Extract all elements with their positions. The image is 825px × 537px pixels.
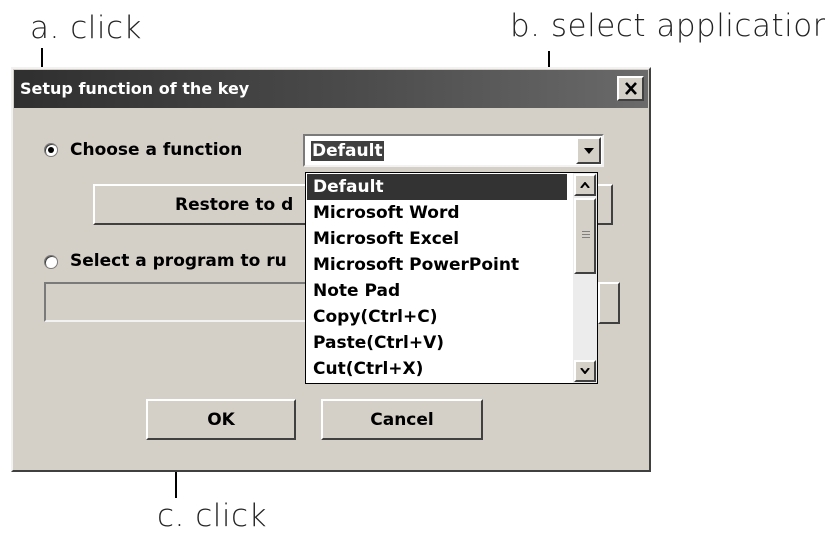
chevron-up-icon xyxy=(580,182,590,188)
close-icon xyxy=(624,82,637,95)
browse-button[interactable] xyxy=(598,282,620,324)
choose-function-label: Choose a function xyxy=(70,140,243,160)
dropdown-item-microsoft-word[interactable]: Microsoft Word xyxy=(307,200,567,226)
dropdown-item-cut[interactable]: Cut(Ctrl+X) xyxy=(307,356,567,382)
function-combobox[interactable]: Default xyxy=(303,134,604,167)
select-program-label: Select a program to ru xyxy=(70,251,287,271)
dialog-title: Setup function of the key xyxy=(20,79,250,98)
chevron-down-icon xyxy=(580,368,590,374)
callout-a-label: a. click xyxy=(30,10,142,46)
callout-b-label: b. select application xyxy=(510,8,825,44)
dropdown-item-microsoft-powerpoint[interactable]: Microsoft PowerPoint xyxy=(307,252,567,278)
dropdown-item-note-pad[interactable]: Note Pad xyxy=(307,278,567,304)
chevron-down-icon xyxy=(583,147,594,154)
callout-c-label: c. click xyxy=(157,498,268,534)
combo-selected-value: Default xyxy=(311,141,384,161)
dropdown-item-default[interactable]: Default xyxy=(307,174,567,200)
dialog-titlebar: Setup function of the key xyxy=(14,70,648,108)
scroll-down-button[interactable] xyxy=(574,360,596,382)
dropdown-item-copy[interactable]: Copy(Ctrl+C) xyxy=(307,304,567,330)
dropdown-scrollbar[interactable] xyxy=(573,173,597,383)
scroll-thumb[interactable] xyxy=(574,198,596,274)
choose-function-radio[interactable] xyxy=(44,143,58,157)
close-button[interactable] xyxy=(617,76,644,101)
function-dropdown-list: Default Microsoft Word Microsoft Excel M… xyxy=(305,172,598,384)
ok-button[interactable]: OK xyxy=(146,399,296,440)
dropdown-item-paste[interactable]: Paste(Ctrl+V) xyxy=(307,330,567,356)
select-program-radio[interactable] xyxy=(44,255,58,269)
dropdown-item-microsoft-excel[interactable]: Microsoft Excel xyxy=(307,226,567,252)
scroll-up-button[interactable] xyxy=(574,174,596,196)
restore-button-label: Restore to d xyxy=(175,195,294,215)
combo-dropdown-button[interactable] xyxy=(576,137,601,164)
setup-key-dialog: Setup function of the key Choose a funct… xyxy=(11,67,651,472)
cancel-button[interactable]: Cancel xyxy=(321,399,483,440)
